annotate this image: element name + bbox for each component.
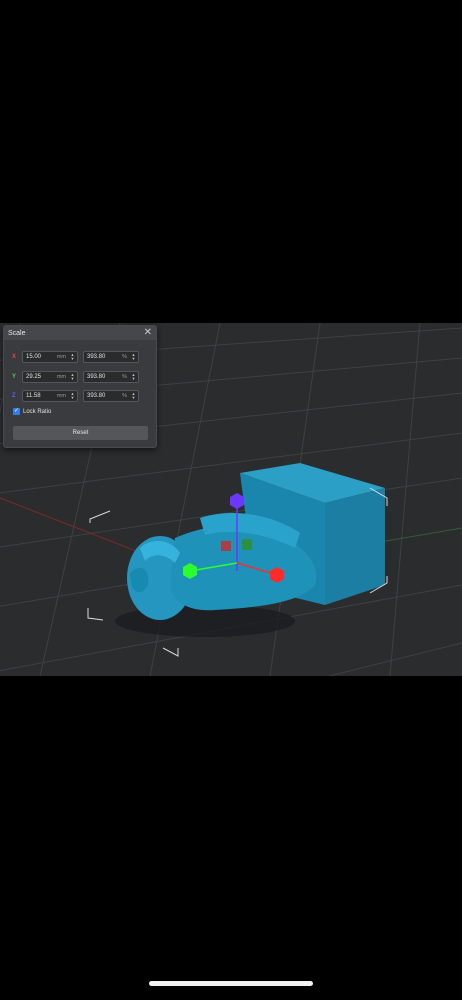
x-percent-input[interactable]: 393.80 % ▲ ▼ — [83, 350, 139, 363]
y-mm-input[interactable]: 29.25 mm ▲ ▼ — [22, 370, 78, 383]
z-handle — [230, 493, 244, 509]
close-icon[interactable]: ✕ — [144, 328, 152, 338]
spinner-icon[interactable]: ▲ ▼ — [69, 372, 76, 382]
lock-ratio-label: Lock Ratio — [23, 408, 52, 415]
spinner-icon[interactable]: ▲ ▼ — [69, 391, 76, 401]
lock-ratio-toggle[interactable]: ✓ Lock Ratio — [13, 408, 51, 415]
spinner-icon[interactable]: ▲ ▼ — [130, 352, 137, 362]
spinner-icon[interactable]: ▲ ▼ — [130, 372, 137, 382]
home-indicator[interactable] — [149, 981, 313, 986]
axis-label-y: Y — [12, 373, 17, 380]
scale-row-y: Y 29.25 mm ▲ ▼ 393.80 % ▲ ▼ — [12, 370, 144, 383]
axis-label-z: Z — [12, 392, 16, 399]
panel-header: Scale ✕ — [4, 326, 156, 340]
spinner-icon[interactable]: ▲ ▼ — [69, 352, 76, 362]
spinner-icon[interactable]: ▲ ▼ — [130, 391, 137, 401]
z-mm-value: 11.58 — [26, 392, 41, 399]
z-percent-input[interactable]: 393.80 % ▲ ▼ — [83, 389, 139, 402]
x-mm-value: 15.00 — [26, 353, 42, 360]
axis-label-x: X — [12, 353, 17, 360]
checkbox-checked-icon[interactable]: ✓ — [13, 408, 20, 415]
scale-row-z: Z 11.58 mm ▲ ▼ 393.80 % ▲ ▼ — [12, 389, 144, 402]
x-percent-unit: % — [122, 353, 127, 360]
scale-row-x: X 15.00 mm ▲ ▼ 393.80 % ▲ ▼ — [12, 350, 144, 363]
y-percent-unit: % — [122, 373, 127, 380]
x-mm-input[interactable]: 15.00 mm ▲ ▼ — [22, 350, 78, 363]
y-percent-input[interactable]: 393.80 % ▲ ▼ — [83, 370, 139, 383]
panel-title: Scale — [8, 329, 26, 337]
x-percent-value: 393.80 — [87, 353, 106, 360]
reset-button[interactable]: Reset — [13, 426, 148, 440]
model-figure — [127, 513, 317, 620]
z-mm-unit: mm — [56, 392, 66, 399]
y-mm-value: 29.25 — [26, 373, 42, 380]
scale-panel: Scale ✕ X 15.00 mm ▲ ▼ 393.80 % ▲ ▼ Y 29.2… — [3, 325, 157, 448]
y-mm-unit: mm — [56, 373, 66, 380]
x-mm-unit: mm — [56, 353, 66, 360]
z-mm-input[interactable]: 11.58 mm ▲ ▼ — [22, 389, 78, 402]
z-percent-value: 393.80 — [87, 392, 106, 399]
z-percent-unit: % — [122, 392, 127, 399]
y-percent-value: 393.80 — [87, 373, 106, 380]
